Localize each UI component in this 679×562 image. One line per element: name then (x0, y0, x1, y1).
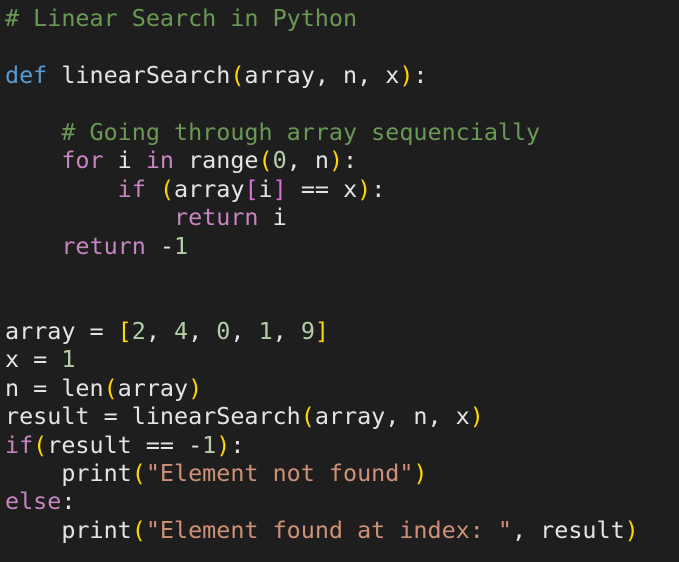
code-token: array (174, 174, 245, 203)
code-token: , result (512, 515, 625, 544)
number-token: 9 (300, 316, 315, 345)
keyword-token: def (5, 60, 48, 89)
paren-token: ) (216, 430, 231, 459)
keyword-token: else (5, 487, 62, 516)
paren-token: ( (131, 459, 146, 487)
code-token: range (174, 146, 259, 175)
paren-token: ( (258, 146, 273, 175)
paren-token: ) (188, 373, 203, 402)
paren-token: ) (357, 174, 372, 203)
paren-token: ) (624, 515, 639, 544)
bracket-token: [ (244, 174, 259, 203)
code-editor[interactable]: # Linear Search in Python def linearSearc… (5, 4, 639, 544)
code-token: , (272, 316, 301, 345)
code-token: array (117, 373, 189, 402)
code-line: return i (5, 203, 639, 231)
code-line: def linearSearch(array, n, x): (5, 61, 639, 89)
code-token: , (145, 316, 175, 345)
code-line: else: (5, 487, 639, 515)
code-token: , (230, 316, 259, 345)
string-token: "Element found at index: " (145, 515, 512, 544)
code-token: x = (5, 345, 62, 374)
keyword-token: if (5, 430, 34, 459)
code-token: : (61, 487, 76, 516)
paren-token: ( (159, 174, 175, 203)
code-token: , n (286, 146, 329, 175)
code-line: if(result == -1): (5, 431, 639, 459)
code-token: result == - (47, 430, 203, 459)
code-line: # Going through array sequencially (5, 118, 639, 146)
paren-token: ( (131, 515, 146, 544)
code-token: array, n, x (314, 402, 470, 431)
paren-token: [ (117, 316, 132, 345)
code-token: array, n, x (244, 60, 400, 89)
paren-token: ) (399, 60, 414, 89)
code-token: n = len (5, 373, 104, 402)
number-token: 0 (272, 146, 287, 175)
code-token: : (371, 174, 386, 203)
code-token: print (5, 515, 132, 544)
number-token: 1 (174, 231, 189, 260)
code-line: print("Element not found") (5, 459, 639, 487)
code-line: for i in range(0, n): (5, 146, 639, 174)
keyword-token: if (117, 174, 146, 203)
paren-token: ( (103, 373, 118, 402)
keyword-token: for (61, 146, 104, 175)
keyword-token: return (61, 231, 146, 260)
paren-token: ) (413, 459, 428, 487)
code-line: if (array[i] == x): (5, 175, 639, 203)
code-token: : (413, 60, 428, 89)
paren-token: ) (328, 146, 344, 175)
number-token: 1 (258, 316, 273, 345)
code-line: n = len(array) (5, 374, 639, 402)
paren-token: ] (314, 316, 330, 345)
code-line: # Linear Search in Python (5, 4, 639, 32)
number-token: 1 (202, 430, 217, 459)
code-token: array = (5, 316, 118, 345)
code-token: i (258, 174, 273, 203)
bracket-token: ] (272, 174, 287, 203)
code-token: , (188, 316, 217, 345)
comment-token: # Linear Search in Python (5, 4, 358, 32)
code-token: i (258, 203, 287, 232)
code-line: result = linearSearch(array, n, x) (5, 402, 639, 430)
paren-token: ( (33, 430, 48, 459)
number-token: 4 (174, 316, 189, 345)
code-line: print("Element found at index: ", result… (5, 515, 639, 544)
keyword-token: in (145, 146, 175, 175)
comment-token: # Going through array sequencially (61, 117, 541, 146)
string-token: "Element not found" (145, 459, 414, 487)
code-line: array = [2, 4, 0, 1, 9] (5, 317, 639, 345)
code-token: : (230, 430, 245, 459)
code-token: - (145, 231, 175, 260)
number-token: 0 (216, 316, 231, 345)
number-token: 1 (61, 345, 76, 374)
code-token: print (5, 459, 132, 487)
paren-token: ( (300, 402, 315, 431)
code-line: x = 1 (5, 345, 639, 373)
code-token: result = linearSearch (5, 402, 301, 431)
paren-token: ) (469, 402, 484, 431)
code-token: i (103, 146, 146, 175)
code-line: return -1 (5, 232, 639, 260)
code-token: == x (286, 174, 358, 203)
number-token: 2 (131, 316, 146, 345)
paren-token: ( (230, 60, 245, 89)
keyword-token: return (174, 203, 259, 232)
code-token: linearSearch (47, 60, 231, 89)
code-token: : (343, 146, 358, 175)
